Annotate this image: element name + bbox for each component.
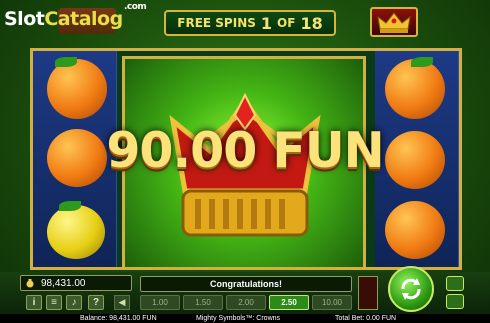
bet-option-active[interactable]: 2.50 [269,295,309,310]
sound-icon[interactable]: ♪ [66,295,82,310]
spin-icon [401,278,421,300]
bet-option[interactable]: 1.00 [140,295,180,310]
leaf-icon [59,201,81,211]
status-bar: Balance: 98,431.00 FUN Mighty Symbols™: … [0,314,490,323]
leaf-icon [55,57,77,67]
balance-display: 98,431.00 [20,275,132,291]
bet-option[interactable]: 10.00 [312,295,352,310]
bet-selector: 1.00 1.50 2.00 2.50 10.00 [140,295,352,310]
lemon-symbol [47,205,105,259]
bag-icon [26,279,34,288]
game-stage: SlotCatalog .com FREE SPINS 1 OF 18 90.0… [0,0,490,323]
status-total-bet: Total Bet: 0.00 FUN [335,315,397,322]
message-bar: Congratulations! [140,276,352,292]
bet-option[interactable]: 1.50 [183,295,223,310]
orange-symbol [385,59,445,119]
free-spins-label: FREE SPINS [177,16,256,30]
status-game-name: Mighty Symbols™: Crowns [196,315,281,322]
free-spins-current: 1 [260,13,273,33]
free-spins-banner: FREE SPINS 1 OF 18 [164,10,336,36]
play-icon[interactable] [446,294,464,309]
info-icon[interactable]: i [26,295,42,310]
logo-suffix: .com [124,2,147,12]
menu-icon[interactable]: ≡ [46,295,62,310]
gamble-indicator [358,276,378,310]
win-amount: 90.00 FUN [106,122,384,179]
crown-icon [370,7,418,37]
autoplay-icon[interactable] [446,276,464,291]
bet-decrease-button[interactable]: ◀ [114,295,130,310]
site-logo: SlotCatalog .com [4,2,147,30]
balance-value: 98,431.00 [41,277,86,289]
bet-option[interactable]: 2.00 [226,295,266,310]
spin-button[interactable] [388,266,434,312]
leaf-icon [411,57,433,67]
help-icon[interactable]: ? [88,295,104,310]
orange-symbol [385,201,445,259]
logo-prefix: Slot [4,8,45,30]
free-spins-of: OF [277,16,296,30]
logo-middle: Catalog [44,8,123,30]
orange-symbol [47,59,107,119]
status-balance: Balance: 98,431.00 FUN [80,315,157,322]
free-spins-total: 18 [300,13,323,33]
